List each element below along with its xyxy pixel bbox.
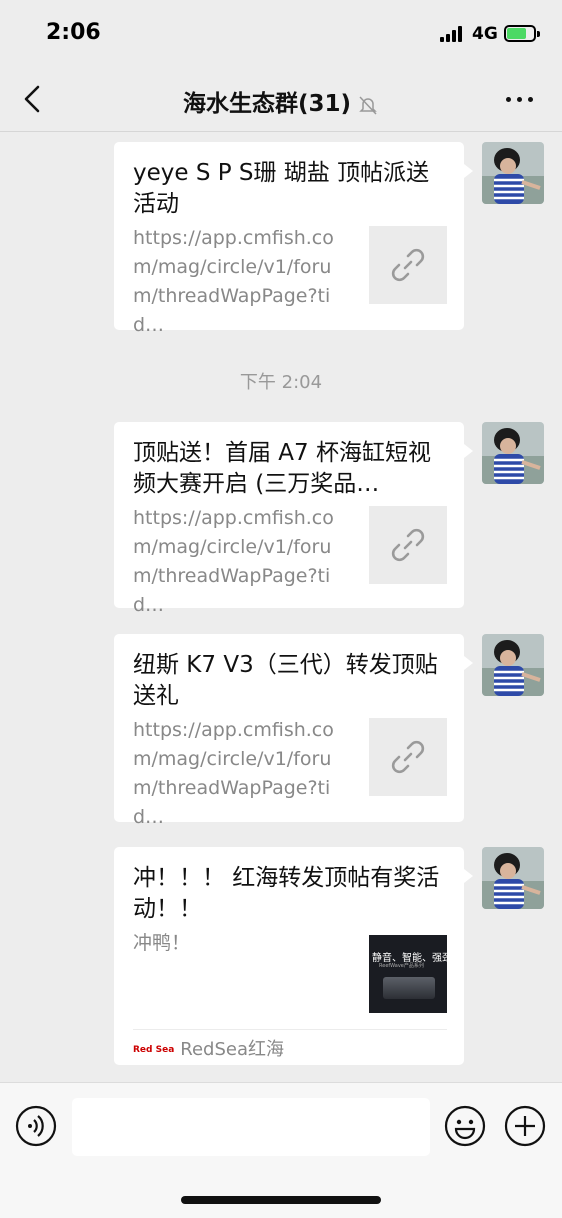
- status-bar: 2:06 4G: [0, 0, 562, 68]
- voice-button[interactable]: [15, 1105, 57, 1147]
- network-type: 4G: [472, 24, 498, 44]
- message-url: https://app.cmfish.com/mag/circle/v1/for…: [133, 507, 334, 616]
- avatar[interactable]: [482, 142, 544, 204]
- divider: [133, 1029, 447, 1030]
- promo-thumbnail-subtext: ReefWave产品系列: [379, 963, 424, 969]
- chat-title-text: 海水生态群(31): [182, 91, 352, 117]
- message-desc: 冲鸭！: [133, 932, 191, 954]
- nav-bar: 海水生态群(31): [0, 68, 562, 132]
- message-input[interactable]: [72, 1098, 430, 1156]
- promo-thumbnail: 静音、智能、强劲 ReefWave产品系列: [369, 935, 447, 1013]
- link-thumbnail: [369, 718, 447, 796]
- avatar[interactable]: [482, 634, 544, 696]
- message-url: https://app.cmfish.com/mag/circle/v1/for…: [133, 227, 334, 336]
- emoji-button[interactable]: [444, 1105, 486, 1147]
- emoji-icon: [444, 1105, 486, 1147]
- status-time: 2:06: [46, 20, 101, 45]
- message-url: https://app.cmfish.com/mag/circle/v1/for…: [133, 719, 334, 828]
- voice-icon: [15, 1105, 57, 1147]
- link-icon: [391, 248, 425, 282]
- source-name: RedSea红海: [180, 1039, 285, 1060]
- avatar[interactable]: [482, 422, 544, 484]
- link-message[interactable]: yeye S P S珊 瑚盐 顶帖派送活动 https://app.cmfish…: [114, 142, 473, 336]
- link-message[interactable]: 顶贴送！首届 A7 杯海缸短视频大赛开启 (三万奖品… https://app.…: [114, 422, 473, 616]
- link-icon: [391, 528, 425, 562]
- link-message[interactable]: 纽斯 K7 V3（三代）转发顶贴送礼 https://app.cmfish.co…: [114, 634, 473, 828]
- message-title: 纽斯 K7 V3（三代）转发顶贴送礼: [133, 652, 438, 709]
- bell-slash-icon: [359, 95, 377, 115]
- redsea-logo: Red Sea: [133, 1045, 175, 1055]
- link-thumbnail: [369, 506, 447, 584]
- chat-area[interactable]: yeye S P S珊 瑚盐 顶帖派送活动 https://app.cmfish…: [0, 132, 562, 1082]
- message-source: Red Sea RedSea红海: [133, 1035, 284, 1061]
- home-indicator[interactable]: [181, 1196, 381, 1204]
- avatar[interactable]: [482, 847, 544, 909]
- link-thumbnail: [369, 226, 447, 304]
- message-title: yeye S P S珊 瑚盐 顶帖派送活动: [133, 160, 430, 217]
- plus-icon: [504, 1105, 546, 1147]
- product-image: [383, 977, 435, 999]
- timestamp: 下午 2:04: [239, 372, 323, 393]
- battery-icon: [504, 25, 536, 42]
- more-icon-dot: [506, 97, 511, 102]
- message-title: 顶贴送！首届 A7 杯海缸短视频大赛开启 (三万奖品…: [133, 440, 431, 497]
- plus-button[interactable]: [504, 1105, 546, 1147]
- link-icon: [391, 740, 425, 774]
- chat-title: 海水生态群(31): [0, 84, 562, 118]
- more-button[interactable]: [500, 86, 540, 112]
- mini-program-message[interactable]: 冲！！！ 红海转发顶帖有奖活动！！ 冲鸭！ 静音、智能、强劲 ReefWave产…: [114, 847, 473, 1065]
- signal-icon: [440, 26, 466, 42]
- message-title: 冲！！！ 红海转发顶帖有奖活动！！: [133, 865, 440, 922]
